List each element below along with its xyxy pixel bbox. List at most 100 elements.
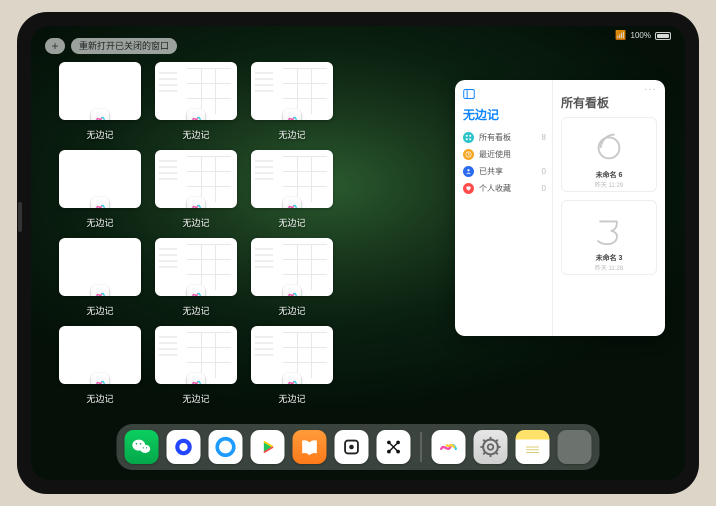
window-thumbnail	[251, 326, 333, 384]
nav-item-label: 最近使用	[479, 149, 511, 160]
board-label: 未命名 6	[596, 170, 623, 180]
freeform-app-badge-icon	[91, 285, 109, 296]
nav-item-label: 个人收藏	[479, 183, 511, 194]
dock-notes-icon[interactable]	[516, 430, 550, 464]
new-window-button[interactable]: +	[45, 38, 65, 54]
panel-more-button[interactable]: ···	[644, 84, 657, 95]
nav-item-count: 8	[542, 133, 546, 142]
dock-separator	[421, 432, 422, 462]
panel-left-title: 无边记	[463, 106, 546, 123]
freeform-app-badge-icon	[187, 197, 205, 208]
window-label: 无边记	[182, 216, 209, 229]
freeform-app-badge-icon	[283, 109, 301, 120]
freeform-app-badge-icon	[91, 109, 109, 120]
window-label: 无边记	[86, 216, 113, 229]
freeform-app-badge-icon	[187, 373, 205, 384]
heart-icon	[463, 183, 474, 194]
board-canvas	[579, 205, 639, 253]
window-tile[interactable]: 无边记	[155, 238, 237, 318]
board-tile[interactable]: 未命名 3昨天 11:28	[561, 200, 657, 275]
nav-item-clock[interactable]: 最近使用	[463, 146, 546, 163]
dock-app-generic-icon[interactable]	[335, 430, 369, 464]
window-label: 无边记	[182, 304, 209, 317]
window-label: 无边记	[278, 216, 305, 229]
nav-item-label: 所有看板	[479, 132, 511, 143]
freeform-app-badge-icon	[187, 109, 205, 120]
screen: 100% + 重新打开已关闭的窗口 无边记无边记无边记无边记无边记无边记无边记无…	[31, 26, 685, 480]
window-tile[interactable]: 无边记	[59, 238, 141, 318]
window-thumbnail	[59, 150, 141, 208]
board-tile[interactable]: 未命名 6昨天 11:29	[561, 117, 657, 192]
window-thumbnail	[251, 62, 333, 120]
ipad-frame: 100% + 重新打开已关闭的窗口 无边记无边记无边记无边记无边记无边记无边记无…	[17, 12, 699, 494]
dock-recent-apps-folder[interactable]	[558, 430, 592, 464]
dock-settings-icon[interactable]	[474, 430, 508, 464]
clock-icon	[463, 149, 474, 160]
window-label: 无边记	[86, 392, 113, 405]
window-tile[interactable]: 无边记	[251, 326, 333, 406]
window-thumbnail	[59, 238, 141, 296]
window-tile[interactable]: 无边记	[155, 62, 237, 142]
nav-item-heart[interactable]: 个人收藏 0	[463, 180, 546, 197]
nav-item-grid[interactable]: 所有看板 8	[463, 129, 546, 146]
window-tile[interactable]: 无边记	[251, 150, 333, 230]
board-canvas	[579, 122, 639, 170]
window-tile[interactable]: 无边记	[155, 326, 237, 406]
window-label: 无边记	[182, 128, 209, 141]
freeform-app-badge-icon	[283, 285, 301, 296]
dock-freeform-icon[interactable]	[432, 430, 466, 464]
window-label: 无边记	[86, 128, 113, 141]
panel-left: 无边记 所有看板 8 最近使用已共享 0 个人收藏 0	[455, 80, 553, 336]
panel-right-title: 所有看板	[561, 94, 657, 111]
window-tile[interactable]: 无边记	[59, 326, 141, 406]
reopen-closed-window-button[interactable]: 重新打开已关闭的窗口	[71, 38, 177, 54]
freeform-app-badge-icon	[91, 373, 109, 384]
dock-iqiyi-icon[interactable]	[251, 430, 285, 464]
window-tile[interactable]: 无边记	[251, 238, 333, 318]
window-thumbnail	[155, 62, 237, 120]
freeform-app-badge-icon	[91, 197, 109, 208]
window-label: 无边记	[278, 392, 305, 405]
nav-item-count: 0	[542, 167, 546, 176]
window-thumbnail	[155, 238, 237, 296]
status-bar: 100%	[615, 30, 671, 41]
window-tile[interactable]: 无边记	[155, 150, 237, 230]
sidebar-icon	[463, 88, 475, 100]
board-label: 未命名 3	[596, 253, 623, 263]
nav-item-count: 0	[542, 184, 546, 193]
window-thumbnail	[59, 62, 141, 120]
freeform-app-badge-icon	[187, 285, 205, 296]
window-label: 无边记	[278, 304, 305, 317]
share-icon	[463, 166, 474, 177]
dock-quark-icon[interactable]	[167, 430, 201, 464]
window-thumbnail	[59, 326, 141, 384]
freeform-sidebar-panel: ··· 无边记 所有看板8最近使用已共享0个人收藏0 所有看板 未命名 6昨天 …	[455, 80, 665, 336]
window-thumbnail	[251, 238, 333, 296]
battery-icon	[655, 32, 671, 40]
board-sublabel: 昨天 11:29	[595, 180, 623, 189]
dock-books-icon[interactable]	[293, 430, 327, 464]
dock-qqbrowser-icon[interactable]	[209, 430, 243, 464]
window-thumbnail	[155, 150, 237, 208]
nav-item-label: 已共享	[479, 166, 503, 177]
window-tile[interactable]: 无边记	[59, 62, 141, 142]
freeform-app-badge-icon	[283, 197, 301, 208]
nav-item-share[interactable]: 已共享 0	[463, 163, 546, 180]
panel-right: 所有看板 未命名 6昨天 11:29 未命名 3昨天 11:28	[553, 80, 665, 336]
grid-icon	[463, 132, 474, 143]
window-tile[interactable]: 无边记	[251, 62, 333, 142]
battery-percent: 100%	[631, 31, 651, 40]
window-label: 无边记	[182, 392, 209, 405]
top-bar: + 重新打开已关闭的窗口	[45, 38, 177, 54]
window-tile[interactable]: 无边记	[59, 150, 141, 230]
dock-app-dots-icon[interactable]	[377, 430, 411, 464]
wifi-icon	[615, 30, 626, 41]
window-label: 无边记	[278, 128, 305, 141]
window-thumbnail	[251, 150, 333, 208]
app-expose-grid: 无边记无边记无边记无边记无边记无边记无边记无边记无边记无边记无边记无边记	[59, 62, 449, 422]
dock-wechat-icon[interactable]	[125, 430, 159, 464]
window-thumbnail	[155, 326, 237, 384]
board-sublabel: 昨天 11:28	[595, 263, 623, 272]
window-label: 无边记	[86, 304, 113, 317]
freeform-app-badge-icon	[283, 373, 301, 384]
